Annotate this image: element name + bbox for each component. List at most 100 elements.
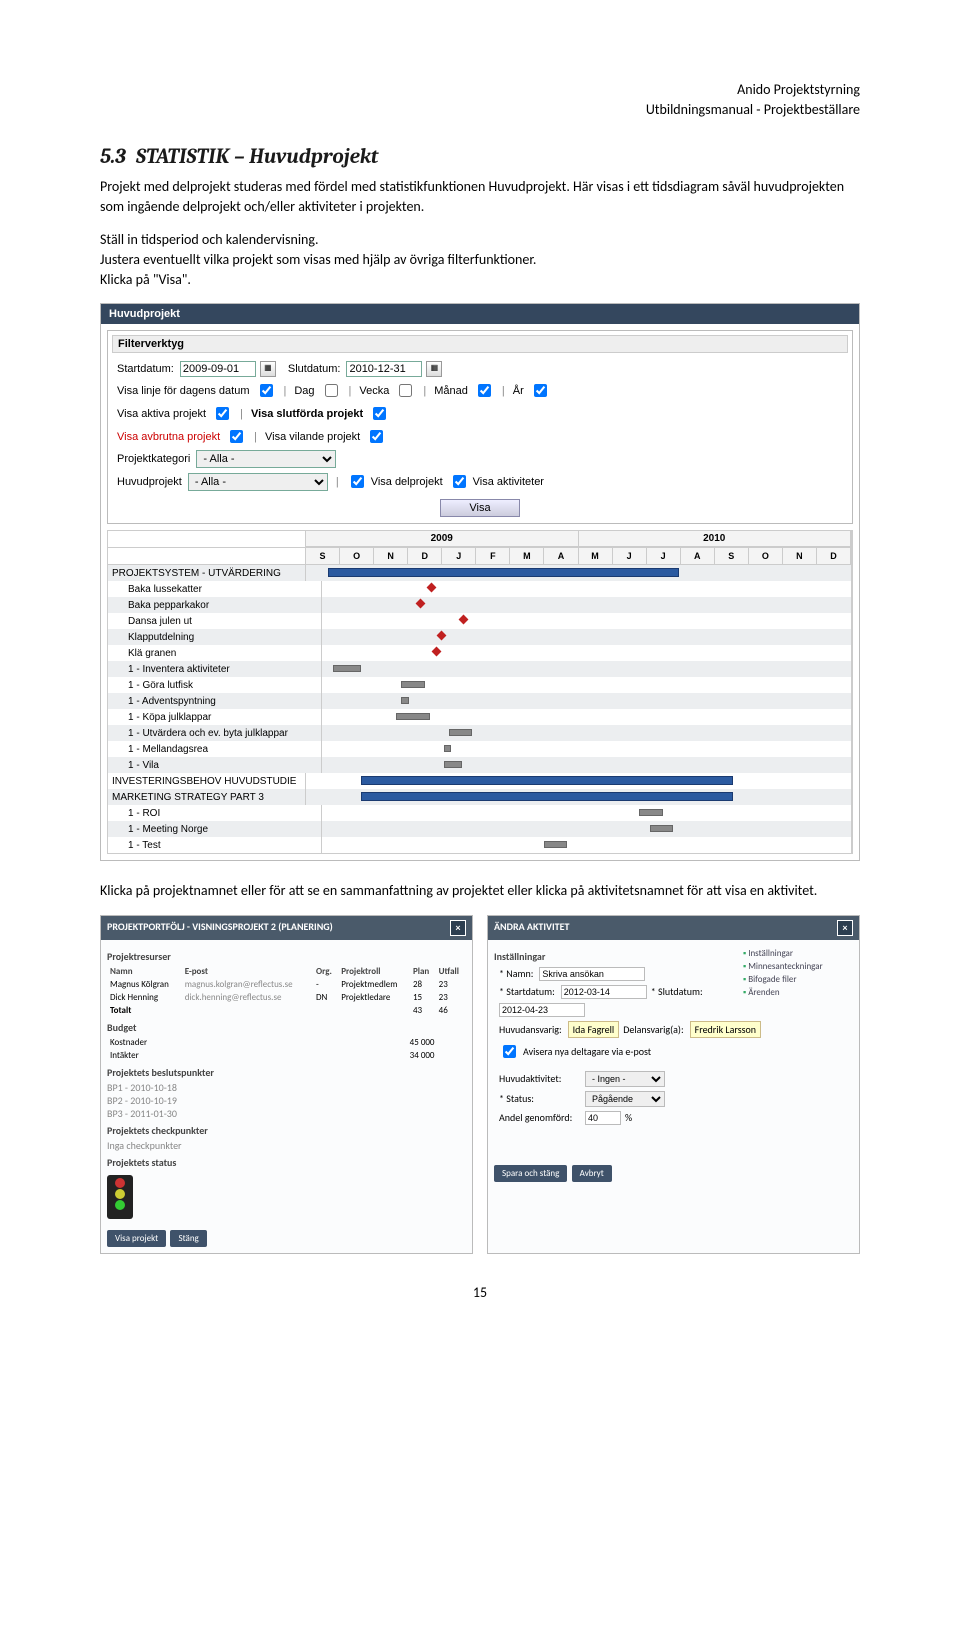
gantt-row-label[interactable]: Dansa julen ut: [108, 613, 322, 629]
gantt-row-track: [322, 709, 852, 725]
start-input[interactable]: [561, 985, 647, 999]
status-select[interactable]: Pågående: [585, 1091, 665, 1107]
start-date-input[interactable]: [180, 361, 256, 377]
calendar-icon[interactable]: ▦: [426, 361, 442, 377]
gantt-month: N: [783, 548, 817, 564]
aborted-checkbox[interactable]: [230, 430, 243, 443]
responsible-value[interactable]: Ida Fagrell: [568, 1021, 620, 1038]
screenshot-row: PROJEKTPORTFÖLJ - VISNINGSPROJEKT 2 (PLA…: [100, 915, 860, 1254]
gantt-row-label[interactable]: 1 - Göra lutfisk: [108, 677, 322, 693]
gantt-label-col: [108, 531, 306, 547]
card-title: ÄNDRA AKTIVITET: [494, 920, 569, 936]
gantt-month: D: [408, 548, 442, 564]
section-number: 5.3: [100, 145, 126, 169]
notify-checkbox[interactable]: [503, 1045, 516, 1058]
filter-panel: Filterverktyg Startdatum: ▦ Slutdatum: ▦…: [107, 330, 853, 524]
gantt-year: 2009: [306, 531, 579, 547]
end-date-input[interactable]: [346, 361, 422, 377]
close-icon[interactable]: ×: [837, 920, 853, 936]
gantt-row-track: [322, 629, 852, 645]
gantt-row-label[interactable]: Baka pepparkakor: [108, 597, 322, 613]
category-select[interactable]: - Alla -: [196, 450, 336, 468]
percent-label: Andel genomförd:: [499, 1111, 579, 1124]
card-title: PROJEKTPORTFÖLJ - VISNINGSPROJEKT 2 (PLA…: [107, 920, 333, 936]
gantt-month: M: [510, 548, 544, 564]
gantt-row-label[interactable]: Baka lussekatter: [108, 581, 322, 597]
category-label: Projektkategori: [117, 453, 190, 465]
gantt-row-label[interactable]: 1 - Utvärdera och ev. byta julklappar: [108, 725, 322, 741]
week-checkbox[interactable]: [399, 384, 412, 397]
co-label: Delansvarig(a):: [623, 1023, 683, 1036]
gantt-row-track: [322, 597, 852, 613]
calendar-icon[interactable]: ▦: [260, 361, 276, 377]
gantt-row-track: [322, 821, 852, 837]
activities-label: Visa aktiviteter: [473, 476, 544, 488]
gantt-row-track: [322, 757, 852, 773]
gantt-row-label[interactable]: Klä granen: [108, 645, 322, 661]
side-link[interactable]: ▪Ärenden: [743, 987, 853, 998]
gantt-month: A: [544, 548, 578, 564]
gantt-row-label[interactable]: 1 - Mellandagsrea: [108, 741, 322, 757]
show-button[interactable]: Visa: [440, 499, 519, 517]
today-line-label: Visa linje för dagens datum: [117, 385, 250, 397]
gantt-row-track: [306, 773, 852, 789]
gantt-row-label[interactable]: MARKETING STRATEGY PART 3: [108, 789, 306, 805]
side-link[interactable]: ▪Inställningar: [743, 948, 853, 959]
side-link[interactable]: ▪Minnesanteckningar: [743, 961, 853, 972]
mainproject-select[interactable]: - Alla -: [188, 473, 328, 491]
main-activity-select[interactable]: - Ingen -: [585, 1071, 665, 1087]
gantt-bar: [650, 825, 673, 832]
gantt-row-label[interactable]: 1 - ROI: [108, 805, 322, 821]
end-input[interactable]: [499, 1003, 585, 1017]
gantt-row-label[interactable]: 1 - Vila: [108, 757, 322, 773]
gantt-row-label[interactable]: 1 - Meeting Norge: [108, 821, 322, 837]
today-line-checkbox[interactable]: [260, 384, 273, 397]
gantt-milestone-icon: [416, 599, 426, 609]
active-checkbox[interactable]: [216, 407, 229, 420]
gantt-row-label[interactable]: Klapputdelning: [108, 629, 322, 645]
resources-heading: Projektresurser: [107, 950, 466, 963]
save-close-button[interactable]: Spara och stäng: [494, 1165, 567, 1182]
gantt-row-track: [322, 645, 852, 661]
day-label: Dag: [294, 385, 314, 397]
name-input[interactable]: [539, 967, 645, 981]
percent-input[interactable]: [585, 1111, 621, 1125]
gantt-row-label[interactable]: 1 - Köpa julklappar: [108, 709, 322, 725]
close-icon[interactable]: ×: [450, 920, 466, 936]
end-date-label: Slutdatum:: [288, 363, 341, 375]
gantt-bar: [444, 761, 462, 768]
side-link[interactable]: ▪Bifogade filer: [743, 974, 853, 985]
start-date-label: Startdatum:: [117, 363, 174, 375]
subproject-label: Visa delprojekt: [371, 476, 443, 488]
resting-checkbox[interactable]: [370, 430, 383, 443]
status-heading: Projektets status: [107, 1156, 466, 1169]
show-project-button[interactable]: Visa projekt: [107, 1230, 166, 1247]
year-checkbox[interactable]: [534, 384, 547, 397]
gantt-row-track: [322, 805, 852, 821]
gantt-bar: [361, 792, 734, 801]
co-value[interactable]: Fredrik Larsson: [690, 1021, 761, 1038]
gantt-bar: [361, 776, 734, 785]
gantt-milestone-icon: [437, 631, 447, 641]
activities-checkbox[interactable]: [453, 475, 466, 488]
gantt-row-track: [322, 741, 852, 757]
gantt-row-label[interactable]: 1 - Adventspyntning: [108, 693, 322, 709]
gantt-row-label[interactable]: 1 - Test: [108, 837, 322, 853]
paragraph-5: Klicka på projektnamnet eller för att se…: [100, 881, 860, 901]
finished-checkbox[interactable]: [373, 407, 386, 420]
gantt-row-label[interactable]: PROJEKTSYSTEM - UTVÄRDERING: [108, 565, 306, 581]
gantt-row-track: [306, 789, 852, 805]
table-cell: Projektmedlem: [338, 978, 410, 991]
gantt-row-track: [322, 661, 852, 677]
cancel-button[interactable]: Avbryt: [572, 1165, 612, 1182]
gantt-milestone-icon: [432, 647, 442, 657]
gantt-row-label[interactable]: INVESTERINGSBEHOV HUVUDSTUDIE: [108, 773, 306, 789]
gantt-bar: [544, 841, 567, 848]
subproject-checkbox[interactable]: [351, 475, 364, 488]
gantt-milestone-icon: [426, 583, 436, 593]
day-checkbox[interactable]: [325, 384, 338, 397]
gantt-row-label[interactable]: 1 - Inventera aktiviteter: [108, 661, 322, 677]
close-button[interactable]: Stäng: [170, 1230, 206, 1247]
costs-value: 45 000: [312, 1036, 438, 1049]
month-checkbox[interactable]: [478, 384, 491, 397]
